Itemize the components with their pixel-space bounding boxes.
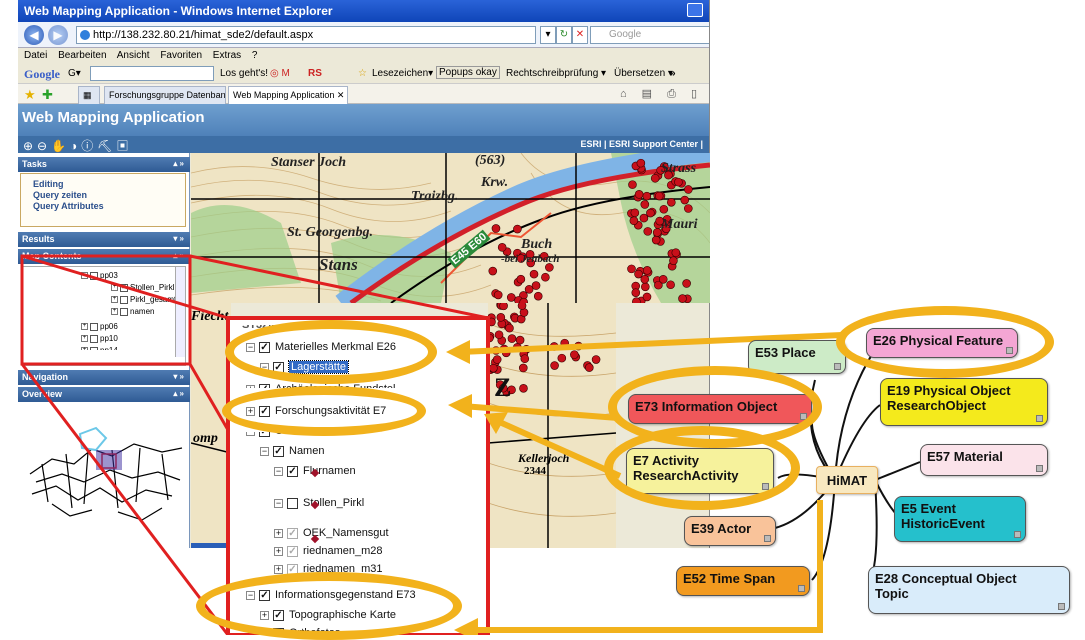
note-icon [798,585,805,592]
note-icon [1006,347,1013,354]
node-e73-information-object[interactable]: E73 Information Object [628,394,812,424]
note-icon [764,535,771,542]
node-e7-activity[interactable]: E7 Activity ResearchActivity [626,448,774,494]
node-e53-place[interactable]: E53 Place [748,340,846,374]
node-e5-event[interactable]: E5 Event HistoricEvent [894,496,1026,542]
node-e52-time-span[interactable]: E52 Time Span [676,566,810,596]
node-e57-material[interactable]: E57 Material [920,444,1048,476]
note-icon [834,363,841,370]
node-e28-conceptual-object[interactable]: E28 Conceptual Object Topic [868,566,1070,614]
node-himat-center[interactable]: HiMAT [816,466,878,494]
note-icon [1014,531,1021,538]
node-e39-actor[interactable]: E39 Actor [684,516,776,546]
node-e26-physical-feature[interactable]: E26 Physical Feature [866,328,1018,358]
note-icon [1036,465,1043,472]
note-icon [762,483,769,490]
note-icon [1058,603,1065,610]
note-icon [800,413,807,420]
note-icon [1036,415,1043,422]
node-e19-physical-object[interactable]: E19 Physical Object ResearchObject [880,378,1048,426]
